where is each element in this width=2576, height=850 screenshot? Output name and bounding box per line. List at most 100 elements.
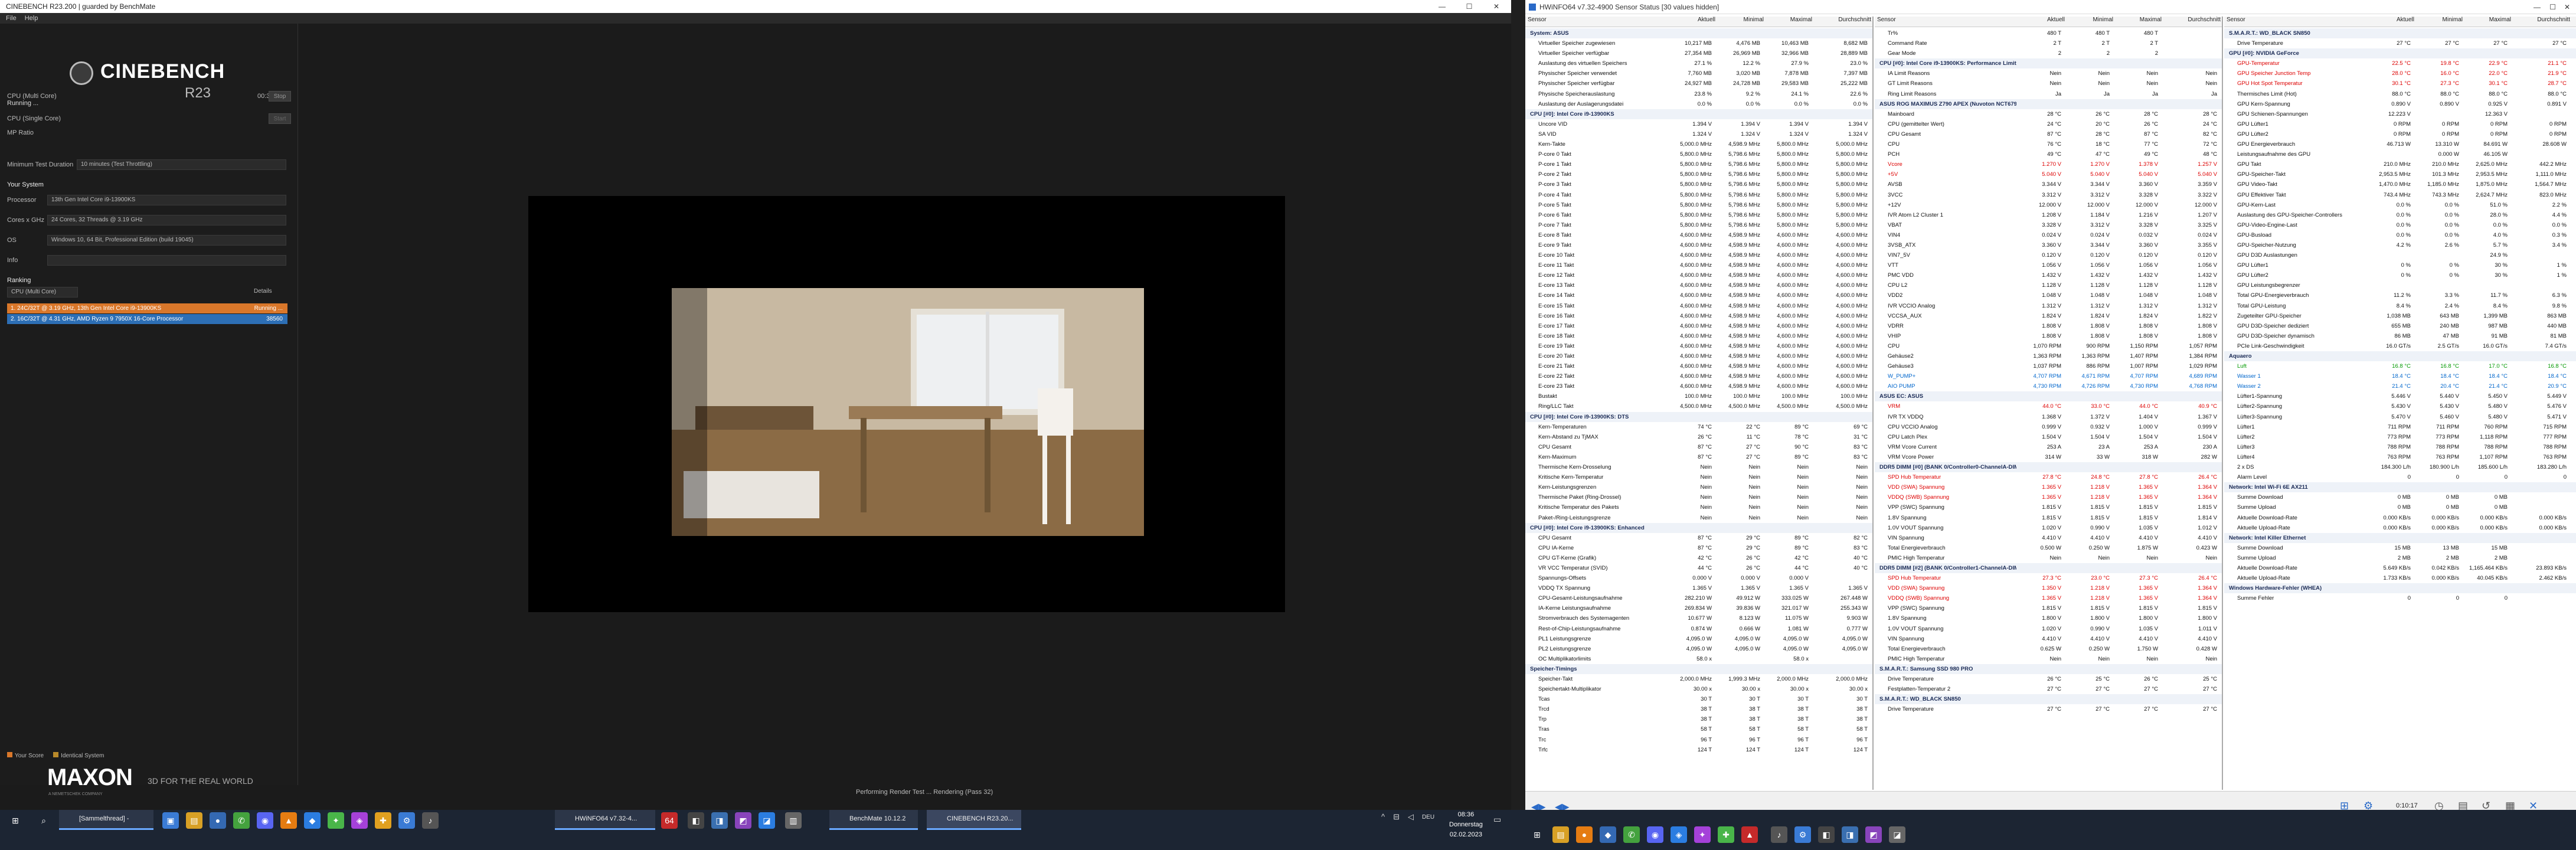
- sensor-row[interactable]: E-core 21 Takt 4,600.0 MHz 4,598.9 MHz 4,60…: [1525, 361, 1872, 371]
- sensor-row[interactable]: VBAT 3.328 V 3.312 V 3.328 V 3.325 V: [1875, 220, 2222, 230]
- sensor-row[interactable]: OC Multiplikatorlimits 58.0 x 58.0 x: [1525, 654, 1872, 664]
- sensor-group[interactable]: Network: Intel Killer Ethernet: [2224, 532, 2576, 543]
- sensor-row[interactable]: GPU D3D-Speicher dediziert 655 MB 240 MB 98…: [2224, 321, 2576, 331]
- sensor-row[interactable]: Drive Temperature 27 °C 27 °C 27 °C 27 °C: [1875, 704, 2222, 714]
- taskbar-item-hwinfo[interactable]: HWiNFO64 v7.32-4...: [555, 810, 655, 830]
- sensor-row[interactable]: E-core 14 Takt 4,600.0 MHz 4,598.9 MHz 4,60…: [1525, 290, 1872, 300]
- tray-chevron-icon[interactable]: ^: [1381, 812, 1385, 823]
- sensor-row[interactable]: GPU-Video-Engine-Last 0.0 % 0.0 % 0.0 % 0.0 …: [2224, 220, 2576, 230]
- sensor-row[interactable]: CPU Gesamt 87 °C 27 °C 90 °C 83 °C: [1525, 442, 1872, 452]
- app-icon[interactable]: ▲: [1741, 826, 1758, 843]
- sensor-row[interactable]: GPU-Speicher-Nutzung 4.2 % 2.6 % 5.7 % 3.4 %: [2224, 240, 2576, 250]
- column-header[interactable]: Aktuell: [2366, 17, 2414, 27]
- sensor-row[interactable]: Aktuelle Upload-Rate 0.000 KB/s 0.000 KB/s…: [2224, 523, 2576, 533]
- sensor-row[interactable]: Luft 16.8 °C 16.8 °C 17.0 °C 16.8 °C: [2224, 361, 2576, 371]
- sensor-row[interactable]: Kern-Leistungsgrenzen Nein Nein Nein Nein: [1525, 482, 1872, 492]
- sensor-row[interactable]: GPU Energieverbrauch 46.713 W 13.310 W 84.6…: [2224, 139, 2576, 149]
- sensor-row[interactable]: Auslastung des GPU-Speicher-Controllers 0…: [2224, 210, 2576, 220]
- column-header[interactable]: Maximal: [2113, 17, 2162, 27]
- sensor-row[interactable]: Vcore 1.270 V 1.270 V 1.378 V 1.257 V: [1875, 159, 2222, 169]
- app-icon[interactable]: ◪: [1889, 826, 1905, 843]
- sensor-group[interactable]: DDR5 DIMM [#0] (BANK 0/Controller0-Chann…: [1875, 462, 2222, 473]
- sensor-row[interactable]: GT Limit Reasons Nein Nein Nein Nein: [1875, 79, 2222, 89]
- sensor-group[interactable]: Windows Hardware-Fehler (WHEA): [2224, 583, 2576, 594]
- app-icon[interactable]: ⚙: [398, 812, 415, 829]
- sensor-row[interactable]: P-core 3 Takt 5,800.0 MHz 5,798.6 MHz 5,800…: [1525, 179, 1872, 189]
- maximize-icon[interactable]: ☐: [1456, 0, 1483, 13]
- sensor-row[interactable]: Kern-Takte 5,000.0 MHz 4,598.9 MHz 5,800.0 …: [1525, 139, 1872, 149]
- sensor-row[interactable]: 1.8V Spannung 1.800 V 1.800 V 1.800 V 1.800 …: [1875, 613, 2222, 623]
- sensor-row[interactable]: GPU Hot Spot Temperatur 30.1 °C 27.3 °C 30.…: [2224, 79, 2576, 89]
- sensor-row[interactable]: Paket-/Ring-Leistungsgrenze Nein Nein Nein N…: [1525, 513, 1872, 523]
- details-button[interactable]: Details: [254, 288, 272, 295]
- sensor-row[interactable]: VIN7_5V 0.120 V 0.120 V 0.120 V 0.120 V: [1875, 250, 2222, 260]
- sensor-row[interactable]: GPU Lüfter2 0 % 0 % 30 % 1 %: [2224, 270, 2576, 280]
- sensor-row[interactable]: VTT 1.056 V 1.056 V 1.056 V 1.056 V: [1875, 260, 2222, 270]
- sensor-row[interactable]: Alarm Level 0 0 0 0: [2224, 472, 2576, 482]
- windows-start-icon[interactable]: ⊞: [7, 812, 24, 829]
- sensor-row[interactable]: E-core 17 Takt 4,600.0 MHz 4,598.9 MHz 4,60…: [1525, 321, 1872, 331]
- taskbar-app-icon[interactable]: ▣: [162, 812, 179, 829]
- sensor-row[interactable]: Kern-Maximum 87 °C 27 °C 89 °C 83 °C: [1525, 452, 1872, 462]
- sensor-row[interactable]: E-core 12 Takt 4,600.0 MHz 4,598.9 MHz 4,60…: [1525, 270, 1872, 280]
- sensor-row[interactable]: VIN4 0.024 V 0.024 V 0.032 V 0.024 V: [1875, 230, 2222, 240]
- sensor-row[interactable]: IVR Atom L2 Cluster 1 1.208 V 1.184 V 1.216…: [1875, 210, 2222, 220]
- sensor-row[interactable]: 1.0V VOUT Spannung 1.020 V 0.990 V 1.035 V 1…: [1875, 624, 2222, 634]
- sensor-row[interactable]: VDD2 1.048 V 1.048 V 1.048 V 1.048 V: [1875, 290, 2222, 300]
- sensor-row[interactable]: Stromverbrauch des Systemagenten 10.677 W…: [1525, 613, 1872, 623]
- sensor-row[interactable]: P-core 1 Takt 5,800.0 MHz 5,798.6 MHz 5,800…: [1525, 159, 1872, 169]
- minimize-icon[interactable]: —: [2533, 3, 2541, 11]
- close-icon[interactable]: ✕: [1483, 0, 1510, 13]
- column-header[interactable]: Maximal: [2463, 17, 2511, 27]
- sensor-row[interactable]: Drive Temperature 27 °C 27 °C 27 °C 27 °C: [2224, 38, 2576, 48]
- column-header[interactable]: Sensor: [1875, 17, 2016, 27]
- sensor-row[interactable]: VHIP 1.808 V 1.808 V 1.808 V 1.808 V: [1875, 331, 2222, 341]
- menu-help[interactable]: Help: [25, 15, 38, 22]
- sensor-row[interactable]: CPU 76 °C 18 °C 77 °C 72 °C: [1875, 139, 2222, 149]
- sensor-row[interactable]: CPU 1,070 RPM 900 RPM 1,150 RPM 1,057 RPM: [1875, 341, 2222, 351]
- sensor-row[interactable]: Mainboard 28 °C 26 °C 28 °C 28 °C: [1875, 109, 2222, 119]
- app-icon[interactable]: ◨: [1842, 826, 1858, 843]
- network-icon[interactable]: ⊟: [1393, 812, 1400, 823]
- sensor-row[interactable]: P-core 4 Takt 5,800.0 MHz 5,798.6 MHz 5,800…: [1525, 190, 1872, 200]
- sensor-row[interactable]: Trfc 124 T 124 T 124 T 124 T: [1525, 745, 1872, 755]
- sensor-row[interactable]: CPU GT-Kerne (Grafik) 42 °C 26 °C 42 °C 40 °…: [1525, 553, 1872, 563]
- sensor-group[interactable]: System: ASUS: [1525, 28, 1872, 39]
- volume-icon[interactable]: ◁: [1408, 812, 1414, 823]
- sensor-row[interactable]: SA VID 1.324 V 1.324 V 1.324 V 1.324 V: [1525, 129, 1872, 139]
- sensor-row[interactable]: GPU Kern-Spannung 0.890 V 0.890 V 0.925 V 0.…: [2224, 99, 2576, 109]
- sensor-row[interactable]: Kern-Temperaturen 74 °C 22 °C 89 °C 69 °C: [1525, 422, 1872, 432]
- sensor-row[interactable]: E-core 20 Takt 4,600.0 MHz 4,598.9 MHz 4,60…: [1525, 351, 1872, 361]
- sensor-row[interactable]: VDRR 1.808 V 1.808 V 1.808 V 1.808 V: [1875, 321, 2222, 331]
- folder-icon[interactable]: ▤: [1552, 826, 1569, 843]
- sensor-row[interactable]: Summe Fehler 0 0 0: [2224, 593, 2576, 603]
- sensor-row[interactable]: Wasser 1 18.4 °C 18.4 °C 18.4 °C 18.4 °C: [2224, 371, 2576, 381]
- sensor-row[interactable]: PMIC High Temperatur Nein Nein Nein Nein: [1875, 553, 2222, 563]
- sensor-row[interactable]: Tras 58 T 58 T 58 T 58 T: [1525, 724, 1872, 734]
- sensor-row[interactable]: 1.8V Spannung 1.815 V 1.815 V 1.815 V 1.814 …: [1875, 513, 2222, 523]
- sensor-row[interactable]: SPD Hub Temperatur 27.3 °C 23.0 °C 27.3 °C 2…: [1875, 573, 2222, 583]
- sensor-group[interactable]: CPU [#0]: Intel Core i9-13900KS: Perform…: [1875, 58, 2222, 69]
- sensor-row[interactable]: PCIe Link-Geschwindigkeit 16.0 GT/s 2.5 GT…: [2224, 341, 2576, 351]
- sensor-row[interactable]: GPU Lüfter1 0 % 0 % 30 % 1 %: [2224, 260, 2576, 270]
- sensor-row[interactable]: E-core 9 Takt 4,600.0 MHz 4,598.9 MHz 4,600…: [1525, 240, 1872, 250]
- sensor-row[interactable]: GPU-Temperatur 22.5 °C 19.8 °C 22.9 °C 21.1 …: [2224, 58, 2576, 68]
- sensor-row[interactable]: Total Energieverbrauch 0.500 W 0.250 W 1.87…: [1875, 543, 2222, 553]
- app-icon[interactable]: ♪: [1771, 826, 1787, 843]
- column-header[interactable]: Sensor: [1525, 17, 1667, 27]
- taskbar-item-browser[interactable]: [Sammelthread] -: [59, 810, 153, 830]
- sensor-row[interactable]: Physische Speicherauslastung 23.8 % 9.2 % 2…: [1525, 89, 1872, 99]
- sensor-row[interactable]: +12V 12.000 V 12.000 V 12.000 V 12.000 V: [1875, 200, 2222, 210]
- sensor-row[interactable]: VDD (SWA) Spannung 1.350 V 1.218 V 1.365 V 1…: [1875, 583, 2222, 593]
- sensor-group[interactable]: CPU [#0]: Intel Core i9-13900KS: [1525, 109, 1872, 119]
- sensor-row[interactable]: CPU Latch Plex 1.504 V 1.504 V 1.504 V 1.504…: [1875, 432, 2222, 442]
- sensor-row[interactable]: Total GPU-Leistung 8.4 % 2.4 % 8.4 % 9.8 %: [2224, 301, 2576, 311]
- sensor-group[interactable]: Aquaero: [2224, 351, 2576, 362]
- sensor-group[interactable]: GPU [#0]: NVIDIA GeForce: [2224, 48, 2576, 59]
- sensor-row[interactable]: PL2 Leistungsgrenze 4,095.0 W 4,095.0 W 4,0…: [1525, 644, 1872, 654]
- column-header[interactable]: Durchschnitt: [2162, 17, 2221, 27]
- sensor-row[interactable]: GPU Lüfter2 0 RPM 0 RPM 0 RPM 0 RPM: [2224, 129, 2576, 139]
- sensor-row[interactable]: +5V 5.040 V 5.040 V 5.040 V 5.040 V: [1875, 169, 2222, 179]
- sensor-row[interactable]: Auslastung der Auslagerungsdatei 0.0 % 0.0…: [1525, 99, 1872, 109]
- language-indicator[interactable]: DEU: [1422, 812, 1434, 823]
